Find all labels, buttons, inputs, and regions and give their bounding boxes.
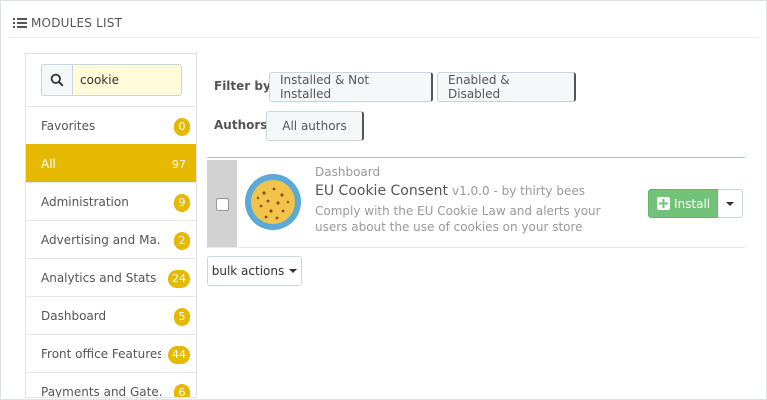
install-button[interactable]: Install xyxy=(648,189,719,218)
search-icon xyxy=(41,64,72,96)
list-icon xyxy=(13,18,27,28)
category-label: Analytics and Stats xyxy=(41,270,157,285)
category-item-payments[interactable]: Payments and Gate... 6 xyxy=(26,372,196,398)
category-label: Favorites xyxy=(41,118,96,133)
category-count-badge: 24 xyxy=(168,270,190,288)
heading-divider xyxy=(9,37,758,38)
category-item-analytics[interactable]: Analytics and Stats 24 xyxy=(26,258,196,296)
install-button-group: Install xyxy=(648,189,744,218)
category-label: Administration xyxy=(41,194,129,209)
plus-icon xyxy=(657,197,670,210)
authors-filter-dropdown[interactable]: All authors xyxy=(266,111,364,141)
category-item-advertising[interactable]: Advertising and Ma... 2 xyxy=(26,220,196,258)
caret-down-icon xyxy=(289,269,298,273)
category-count-badge: 9 xyxy=(174,194,190,212)
category-count-badge: 2 xyxy=(174,232,190,250)
status-filter-value: Enabled & Disabled xyxy=(448,73,510,101)
bulk-actions-label: bulk actions xyxy=(211,264,285,278)
install-options-toggle[interactable] xyxy=(718,189,744,218)
bulk-actions-button[interactable]: bulk actions xyxy=(207,256,302,286)
category-item-favorites[interactable]: Favorites 0 xyxy=(26,106,196,144)
category-label: Payments and Gate... xyxy=(41,384,161,398)
category-count-badge: 0 xyxy=(174,118,190,136)
install-filter-value: Installed & Not Installed xyxy=(280,73,370,101)
category-sidebar: Favorites 0 All 97 Administration 9 Adve… xyxy=(25,53,197,398)
checkbox-cell xyxy=(207,160,237,247)
category-label: Front office Features xyxy=(41,346,161,361)
install-label: Install xyxy=(674,196,711,211)
module-row: Dashboard EU Cookie Consent v1.0.0 - by … xyxy=(207,157,745,249)
category-count-badge: 6 xyxy=(174,384,190,397)
modules-list-panel: MODULES LIST Favorites 0 All 97 Adm xyxy=(0,0,767,400)
category-item-dashboard[interactable]: Dashboard 5 xyxy=(26,296,196,334)
authors-filter-value: All authors xyxy=(282,119,347,133)
category-item-all[interactable]: All 97 xyxy=(26,144,196,182)
module-select-checkbox[interactable] xyxy=(216,198,229,211)
category-count-badge: 97 xyxy=(172,158,186,171)
install-filter-dropdown[interactable]: Installed & Not Installed xyxy=(269,72,433,102)
module-title-row: EU Cookie Consent v1.0.0 - by thirty bee… xyxy=(315,183,585,199)
category-label: Advertising and Ma... xyxy=(41,232,161,247)
table-bottom-border xyxy=(207,247,745,248)
category-list: Favorites 0 All 97 Administration 9 Adve… xyxy=(26,106,196,398)
module-version: v1.0.0 - by thirty bees xyxy=(452,184,585,198)
panel-title: MODULES LIST xyxy=(31,16,123,30)
category-item-administration[interactable]: Administration 9 xyxy=(26,182,196,220)
category-count-badge: 44 xyxy=(168,346,190,364)
table-top-border xyxy=(207,157,745,158)
category-label: All xyxy=(41,156,56,171)
cookie-logo-icon xyxy=(245,174,301,230)
category-label: Dashboard xyxy=(41,308,107,323)
search-group xyxy=(41,64,182,96)
category-item-front-office[interactable]: Front office Features 44 xyxy=(26,334,196,372)
category-count-badge: 5 xyxy=(174,308,190,326)
panel-heading: MODULES LIST xyxy=(13,14,122,32)
search-input[interactable] xyxy=(72,64,182,96)
authors-label: Authors xyxy=(214,118,268,132)
status-filter-dropdown[interactable]: Enabled & Disabled xyxy=(437,72,576,102)
module-name: EU Cookie Consent xyxy=(315,183,448,199)
filter-by-label: Filter by xyxy=(214,79,271,93)
caret-down-icon xyxy=(726,201,735,206)
module-category: Dashboard xyxy=(315,165,381,179)
module-description: Comply with the EU Cookie Law and alerts… xyxy=(315,204,601,234)
